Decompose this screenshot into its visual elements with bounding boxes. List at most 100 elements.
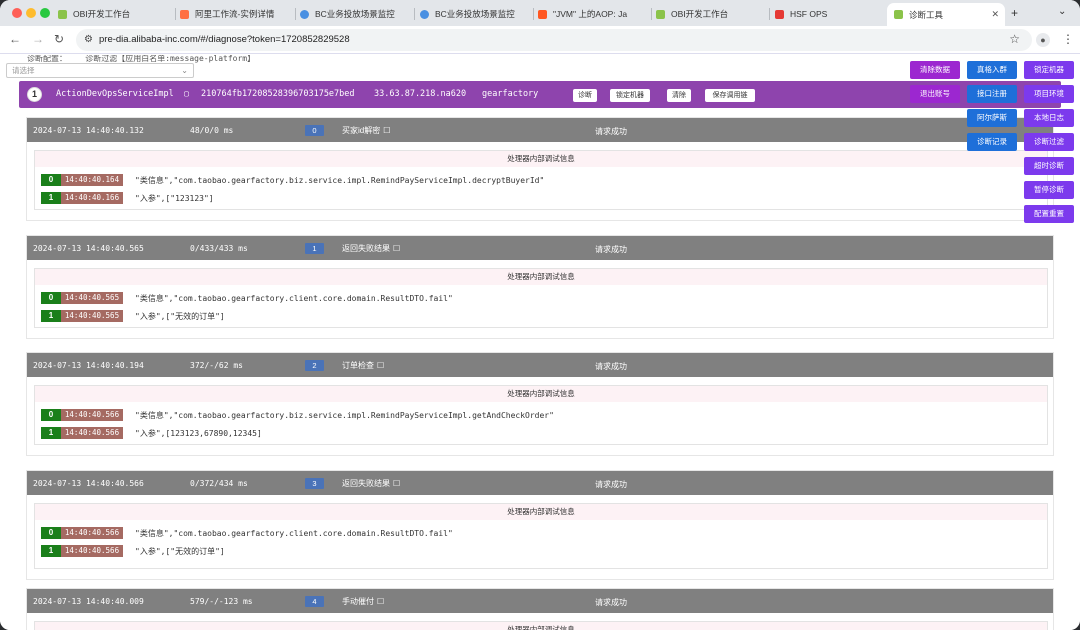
browser-tab-active[interactable]: 诊断工具 ✕ (887, 3, 1005, 26)
reset-config-button[interactable]: 配置重置 (1024, 205, 1074, 223)
step-card: 2024-07-13 14:40:40.565 0/433/433 ms 1 返… (26, 235, 1054, 339)
forward-icon[interactable]: → (32, 32, 44, 46)
clear-data-button[interactable]: 清除数据 (910, 61, 960, 79)
debug-panel-title: 处理器内部调试信息 (35, 269, 1047, 285)
row-time: 14:40:40.566 (61, 545, 123, 557)
minimize-window-button[interactable] (26, 8, 36, 18)
address-bar[interactable]: ⚙ pre-dia.alibaba-inc.com/#/diagnose?tok… (76, 29, 1032, 51)
debug-panel-title: 处理器内部调试信息 (35, 622, 1047, 630)
tab-divider (414, 8, 415, 20)
step-index: 1 (305, 243, 324, 254)
logout-button[interactable]: 退出账号 (910, 85, 960, 103)
row-text: "入参",[123123,67890,12345] (135, 429, 262, 438)
tab-favicon-icon (180, 9, 189, 19)
step-card: 2024-07-13 14:40:40.566 0/372/434 ms 3 返… (26, 470, 1054, 580)
row-index: 1 (41, 427, 61, 439)
browser-menu-icon[interactable]: ⋮ (1062, 32, 1074, 46)
edit-icon[interactable]: ☐ (377, 361, 384, 370)
step-status: 请求成功 (595, 127, 627, 136)
edit-icon[interactable]: ☐ (383, 126, 390, 135)
tab-favicon-icon (538, 9, 547, 19)
step-name: 返回失败结果 (342, 479, 390, 488)
step-time: 2024-07-13 14:40:40.132 (33, 126, 144, 135)
browser-tab[interactable]: "JVM" 上的AOP: Ja (538, 3, 648, 25)
edit-icon[interactable]: ☐ (393, 244, 400, 253)
reload-icon[interactable]: ↻ (54, 32, 64, 46)
close-window-button[interactable] (12, 8, 22, 18)
browser-tab[interactable]: BC业务投放场景监控 (300, 3, 410, 25)
diagnose-button[interactable]: 诊断 (573, 89, 597, 102)
browser-tab[interactable]: OBI开发工作台 (656, 3, 766, 25)
step-time: 2024-07-13 14:40:40.009 (33, 597, 144, 606)
tab-label: HSF OPS (790, 9, 828, 19)
browser-tab[interactable]: OBI开发工作台 (58, 3, 172, 25)
arthas-button[interactable]: 阿尔萨斯 (967, 109, 1017, 127)
row-index: 0 (41, 292, 61, 304)
debug-row: 0 14:40:40.566 "类信息","com.taobao.gearfac… (35, 524, 1047, 542)
row-index: 1 (41, 310, 61, 322)
edit-icon[interactable]: ☐ (377, 597, 384, 606)
debug-panel-title: 处理器内部调试信息 (35, 151, 1047, 167)
bookmark-star-icon[interactable]: ☆ (1009, 32, 1020, 46)
row-index: 0 (41, 174, 61, 186)
diagnose-history-button[interactable]: 诊断记录 (967, 133, 1017, 151)
tab-divider (769, 8, 770, 20)
browser-tab[interactable]: 阿里工作流-实例详情 (180, 3, 292, 25)
back-icon[interactable]: ← (9, 32, 21, 46)
site-info-icon[interactable]: ⚙ (84, 34, 93, 45)
new-tab-icon[interactable]: + (1011, 6, 1018, 20)
step-name-wrap: 手动催付 ☐ (342, 596, 384, 607)
step-card-header[interactable]: 2024-07-13 14:40:40.566 0/372/434 ms 3 返… (27, 471, 1053, 495)
tab-divider (175, 8, 176, 20)
lock-machine-button[interactable]: 锁定机器 (610, 89, 650, 102)
step-card-header[interactable]: 2024-07-13 14:40:40.565 0/433/433 ms 1 返… (27, 236, 1053, 260)
step-debug-panel: 处理器内部调试信息 0 14:40:40.565 "类信息","com.taob… (34, 268, 1048, 328)
step-card-header[interactable]: 2024-07-13 14:40:40.009 579/-/-123 ms 4 … (27, 589, 1053, 613)
tab-divider (651, 8, 652, 20)
clear-button[interactable]: 清除 (667, 89, 691, 102)
browser-tab[interactable]: HSF OPS (775, 3, 883, 25)
timeout-diagnose-button[interactable]: 超时诊断 (1024, 157, 1074, 175)
step-card-header[interactable]: 2024-07-13 14:40:40.194 372/-/62 ms 2 订单… (27, 353, 1053, 377)
diagnose-filter-button[interactable]: 诊断过滤 (1024, 133, 1074, 151)
chevron-down-icon: ⌄ (181, 66, 188, 75)
step-status: 请求成功 (595, 598, 627, 607)
tab-label: OBI开发工作台 (671, 9, 729, 19)
step-card-header[interactable]: 2024-07-13 14:40:40.132 48/0/0 ms 0 买家id… (27, 118, 1053, 142)
save-chain-button[interactable]: 保存调用链 (705, 89, 755, 102)
tab-label: OBI开发工作台 (73, 9, 131, 19)
register-api-button[interactable]: 接口注册 (967, 85, 1017, 103)
step-duration: 0/372/434 ms (190, 479, 248, 488)
step-name-wrap: 买家id解密 ☐ (342, 125, 390, 136)
tab-favicon-icon (775, 9, 784, 19)
trace-class-name: ActionDevOpsServiceImpl (56, 89, 174, 99)
join-group-button[interactable]: 真格入群 (967, 61, 1017, 79)
close-tab-icon[interactable]: ✕ (991, 9, 999, 20)
debug-panel-title: 处理器内部调试信息 (35, 386, 1047, 402)
step-time: 2024-07-13 14:40:40.566 (33, 479, 144, 488)
app-select[interactable]: 请选择 ⌄ (6, 63, 194, 78)
pause-diagnose-button[interactable]: 暂停诊断 (1024, 181, 1074, 199)
project-env-button[interactable]: 项目环境 (1024, 85, 1074, 103)
browser-tab[interactable]: BC业务投放场景监控 (420, 3, 530, 25)
tab-label: 诊断工具 (909, 9, 944, 20)
tab-list-icon[interactable]: ⌄ (1058, 6, 1066, 17)
app-select-placeholder: 请选择 (12, 66, 35, 75)
lock-machine-side-button[interactable]: 锁定机器 (1024, 61, 1074, 79)
zoom-window-button[interactable] (40, 8, 50, 18)
url-text[interactable]: pre-dia.alibaba-inc.com/#/diagnose?token… (99, 34, 350, 45)
step-name: 返回失败结果 (342, 244, 390, 253)
local-log-button[interactable]: 本地日志 (1024, 109, 1074, 127)
step-debug-panel: 处理器内部调试信息 (34, 621, 1048, 630)
row-text: "入参",["123123"] (135, 194, 214, 203)
step-name: 手动催付 (342, 597, 374, 606)
copy-icon[interactable]: ▢ (184, 89, 189, 98)
row-index: 1 (41, 545, 61, 557)
row-text: "入参",["无效的订单"] (135, 312, 225, 321)
diagnose-filter-text: 诊断过滤【应用白名单:message-platform】 (85, 55, 256, 63)
row-time: 14:40:40.566 (61, 427, 123, 439)
debug-row: 0 14:40:40.566 "类信息","com.taobao.gearfac… (35, 406, 1047, 424)
edit-icon[interactable]: ☐ (393, 479, 400, 488)
tab-label: BC业务投放场景监控 (435, 9, 515, 19)
profile-avatar-icon[interactable]: ● (1036, 33, 1050, 47)
